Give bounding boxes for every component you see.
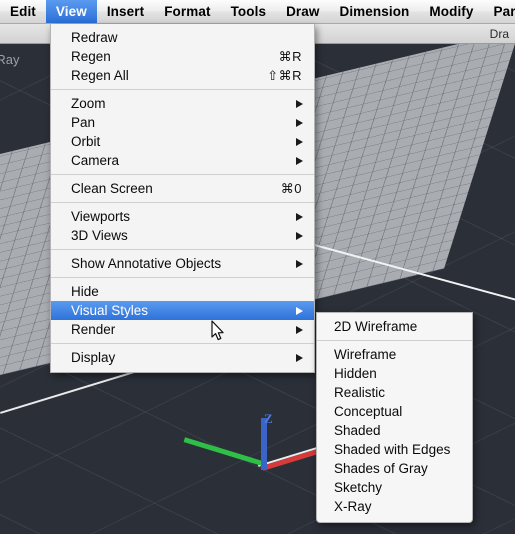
- chevron-right-icon: [296, 212, 303, 221]
- visual-styles-item-label: Wireframe: [334, 347, 397, 362]
- view-menu-item-render[interactable]: Render: [51, 320, 314, 339]
- menubar-item-format[interactable]: Format: [154, 0, 220, 23]
- view-menu-item-redraw[interactable]: Redraw: [51, 28, 314, 47]
- view-dropdown-menu[interactable]: Redraw Regen ⌘R Regen All ⇧⌘R Zoom Pan Orbit Cam…: [50, 24, 315, 373]
- view-menu-separator: [51, 249, 314, 250]
- view-menu-item-label: Regen: [71, 49, 111, 64]
- view-menu-item-label: 3D Views: [71, 228, 128, 243]
- view-menu-item-pan[interactable]: Pan: [51, 113, 314, 132]
- view-menu-item-label: Visual Styles: [71, 303, 149, 318]
- chevron-right-icon: [296, 306, 303, 315]
- visual-styles-item-label: X-Ray: [334, 499, 372, 514]
- visual-styles-item-sketchy[interactable]: Sketchy: [317, 478, 472, 497]
- view-menu-item-shortcut: ⌘0: [280, 180, 302, 196]
- visual-styles-item-shades-of-gray[interactable]: Shades of Gray: [317, 459, 472, 478]
- view-menu-separator: [51, 174, 314, 175]
- chevron-right-icon: [296, 99, 303, 108]
- view-menu-item-3d-views[interactable]: 3D Views: [51, 226, 314, 245]
- chevron-right-icon: [296, 259, 303, 268]
- view-menu-item-hide[interactable]: Hide: [51, 282, 314, 301]
- view-menu-item-label: Show Annotative Objects: [71, 256, 222, 271]
- chevron-right-icon: [296, 118, 303, 127]
- view-menu-item-label: Render: [71, 322, 116, 337]
- ucs-z-axis-label: Z: [264, 411, 273, 426]
- visual-styles-separator: [317, 340, 472, 341]
- menubar-item-dimension[interactable]: Dimension: [329, 0, 419, 23]
- menubar-item-modify[interactable]: Modify: [419, 0, 483, 23]
- visual-styles-item-label: Shaded: [334, 423, 381, 438]
- toolbar-right-label: Dra: [489, 27, 509, 41]
- visual-styles-item-shaded[interactable]: Shaded: [317, 421, 472, 440]
- view-menu-item-display[interactable]: Display: [51, 348, 314, 367]
- view-menu-item-label: Display: [71, 350, 116, 365]
- menubar-item-draw[interactable]: Draw: [276, 0, 329, 23]
- application-window: Z -Ray Dra EditViewInsertFormatToolsDraw…: [0, 0, 515, 534]
- visual-styles-item-hidden[interactable]: Hidden: [317, 364, 472, 383]
- visual-styles-item-label: Hidden: [334, 366, 377, 381]
- viewport-left-label: -Ray: [0, 52, 20, 67]
- view-menu-item-shortcut: ⇧⌘R: [267, 67, 302, 83]
- chevron-right-icon: [296, 156, 303, 165]
- visual-styles-item-label: Conceptual: [334, 404, 403, 419]
- view-menu-item-shortcut: ⌘R: [278, 48, 302, 64]
- visual-styles-item-wireframe[interactable]: Wireframe: [317, 345, 472, 364]
- view-menu-separator: [51, 343, 314, 344]
- view-menu-item-orbit[interactable]: Orbit: [51, 132, 314, 151]
- view-menu-separator: [51, 89, 314, 90]
- menubar-item-insert[interactable]: Insert: [97, 0, 154, 23]
- visual-styles-item-label: Sketchy: [334, 480, 383, 495]
- menubar-item-par[interactable]: Par: [484, 0, 515, 23]
- chevron-right-icon: [296, 231, 303, 240]
- chevron-right-icon: [296, 137, 303, 146]
- chevron-right-icon: [296, 353, 303, 362]
- menu-bar[interactable]: Edit View Insert Format Tools Draw Dimension Mo…: [0, 0, 515, 24]
- view-menu-separator: [51, 277, 314, 278]
- view-menu-item-visual-styles[interactable]: Visual Styles: [51, 301, 314, 320]
- visual-styles-item-label: Realistic: [334, 385, 386, 400]
- visual-styles-item-shaded-with-edges[interactable]: Shaded with Edges: [317, 440, 472, 459]
- view-menu-item-label: Redraw: [71, 30, 118, 45]
- view-menu-item-zoom[interactable]: Zoom: [51, 94, 314, 113]
- view-menu-item-camera[interactable]: Camera: [51, 151, 314, 170]
- menubar-item-edit[interactable]: Edit: [0, 0, 46, 23]
- visual-styles-item-realistic[interactable]: Realistic: [317, 383, 472, 402]
- view-menu-item-regen[interactable]: Regen ⌘R: [51, 47, 314, 66]
- view-menu-item-clean-screen[interactable]: Clean Screen ⌘0: [51, 179, 314, 198]
- visual-styles-item-x-ray[interactable]: X-Ray: [317, 497, 472, 516]
- view-menu-separator: [51, 202, 314, 203]
- ucs-x-axis: [262, 447, 323, 471]
- visual-styles-item-conceptual[interactable]: Conceptual: [317, 402, 472, 421]
- view-menu-item-label: Clean Screen: [71, 181, 153, 196]
- menubar-item-tools[interactable]: Tools: [221, 0, 277, 23]
- view-menu-item-viewports[interactable]: Viewports: [51, 207, 314, 226]
- view-menu-item-label: Regen All: [71, 68, 129, 83]
- visual-styles-item-label: 2D Wireframe: [334, 319, 418, 334]
- view-menu-item-regen-all[interactable]: Regen All ⇧⌘R: [51, 66, 314, 85]
- view-menu-item-label: Zoom: [71, 96, 106, 111]
- visual-styles-item-label: Shaded with Edges: [334, 442, 451, 457]
- ucs-y-axis: [183, 437, 264, 466]
- view-menu-item-label: Orbit: [71, 134, 101, 149]
- visual-styles-item-2d-wireframe[interactable]: 2D Wireframe: [317, 317, 472, 336]
- visual-styles-item-label: Shades of Gray: [334, 461, 428, 476]
- view-menu-item-label: Camera: [71, 153, 120, 168]
- view-menu-item-label: Pan: [71, 115, 96, 130]
- visual-styles-submenu[interactable]: 2D Wireframe Wireframe Hidden Realistic Conc…: [316, 312, 473, 523]
- view-menu-item-label: Viewports: [71, 209, 131, 224]
- menubar-item-view[interactable]: View: [45, 0, 97, 23]
- view-menu-item-label: Hide: [71, 284, 99, 299]
- view-menu-item-show-annotative-objects[interactable]: Show Annotative Objects: [51, 254, 314, 273]
- chevron-right-icon: [296, 325, 303, 334]
